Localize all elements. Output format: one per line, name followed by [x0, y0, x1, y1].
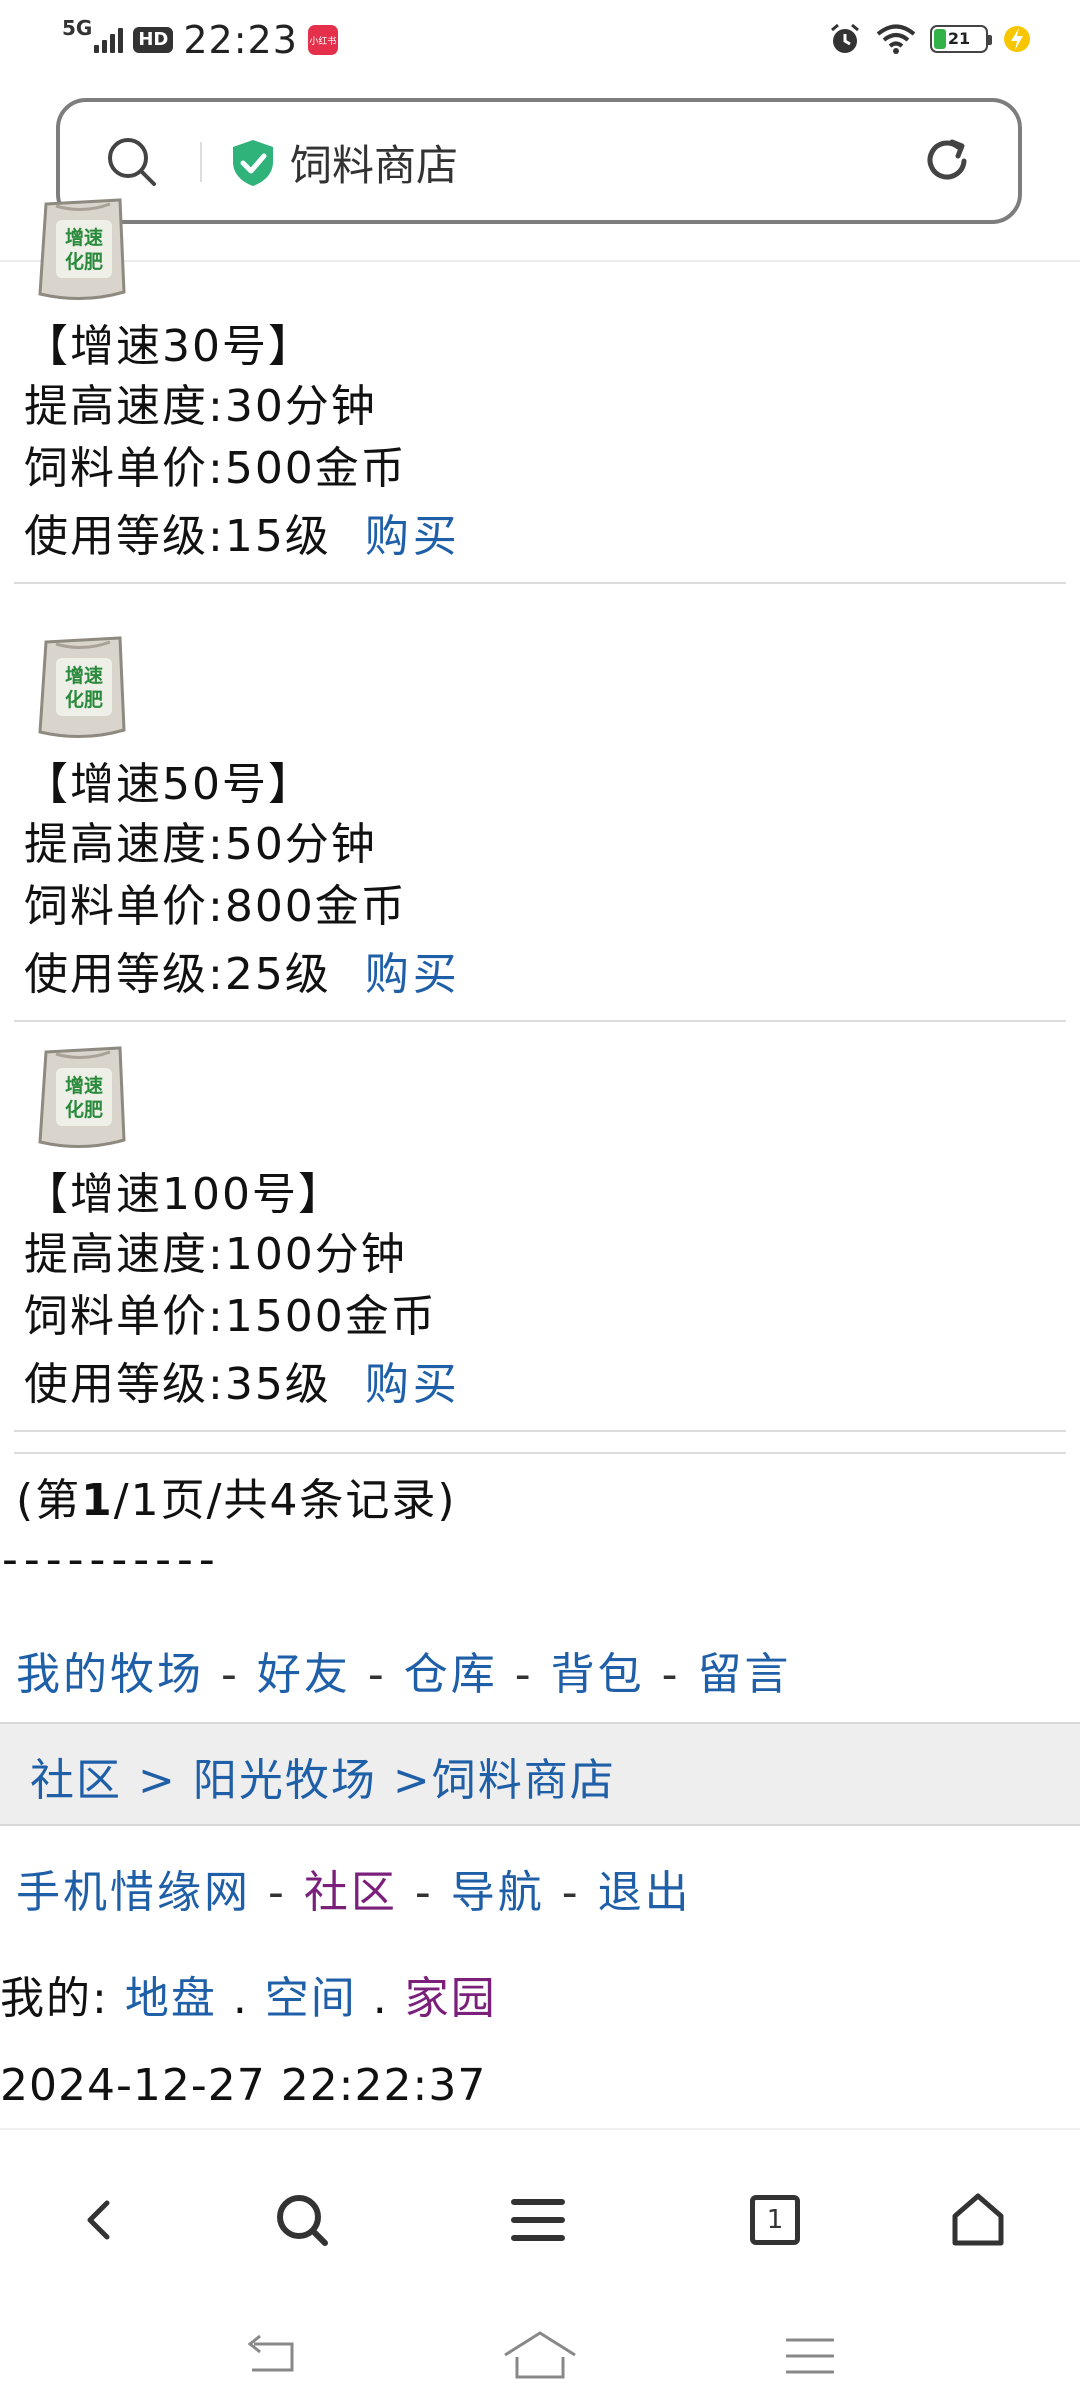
shield-check-icon [233, 140, 273, 186]
item-price: 饲料单价:800金币 [24, 881, 407, 932]
back-button[interactable] [60, 2180, 140, 2260]
item-level-row: 使用等级:25级 购买 [24, 938, 461, 1002]
breadcrumb: 社区 > 阳光牧场 >饲料商店 [0, 1722, 1080, 1826]
app-notification-icon: 小红书 [307, 25, 338, 55]
mine-home-link[interactable]: 家园 [405, 1973, 497, 2024]
battery-level: 21 [947, 29, 971, 48]
site-community-link[interactable]: 社区 [304, 1867, 398, 1918]
dashes-divider: ---------- [2, 1534, 221, 1585]
mine-territory-link[interactable]: 地盘 [125, 1973, 217, 2024]
breadcrumb-ranch[interactable]: 阳光牧场 [193, 1755, 377, 1806]
item-speed: 提高速度:100分钟 [24, 1229, 407, 1280]
item-divider [14, 1430, 1066, 1432]
search-icon [277, 2195, 328, 2246]
svg-text:增速: 增速 [65, 1074, 103, 1097]
mine-space-link[interactable]: 空间 [265, 1973, 357, 2024]
svg-text:增速: 增速 [65, 226, 103, 249]
buy-link[interactable]: 购买 [365, 949, 461, 1000]
network-type: 5G [62, 16, 93, 40]
nav-friends[interactable]: 好友 [257, 1649, 351, 1700]
home-button[interactable] [938, 2180, 1018, 2260]
home-outline-icon [504, 2331, 576, 2379]
status-bar: 5G HD 22:23 小红书 21 [0, 0, 1080, 84]
header-divider [0, 260, 1080, 262]
item-name: 【增速30号】 [24, 321, 314, 372]
item-speed: 提高速度:30分钟 [24, 381, 377, 432]
item-speed: 提高速度:50分钟 [24, 819, 377, 870]
signal-icon [94, 27, 124, 53]
system-back-button[interactable] [230, 2326, 310, 2386]
fertilizer-bag-icon: 增速 化肥 [38, 198, 126, 300]
address-separator [200, 142, 202, 182]
item-name: 【增速50号】 [24, 759, 314, 810]
system-recents-button[interactable] [770, 2326, 850, 2386]
home-icon [952, 2193, 1004, 2246]
wifi-icon [876, 24, 916, 54]
item-level-row: 使用等级:35级 购买 [24, 1348, 461, 1412]
menu-icon [511, 2199, 565, 2241]
system-nav-bar [0, 2298, 1080, 2408]
alarm-icon [831, 23, 859, 53]
breadcrumb-community[interactable]: 社区 [30, 1755, 122, 1806]
recents-icon [786, 2338, 834, 2374]
nav-backpack[interactable]: 背包 [551, 1649, 645, 1700]
current-page: 1 [81, 1475, 114, 1526]
item-level: 使用等级:35级 [24, 1359, 331, 1410]
clock: 22:23 [183, 18, 298, 62]
system-home-button[interactable] [500, 2326, 580, 2386]
pagination-info: (第1/1页/共4条记录) [16, 1475, 457, 1526]
item-name: 【增速100号】 [24, 1169, 344, 1220]
buy-link[interactable]: 购买 [365, 1359, 461, 1410]
item-level: 使用等级:25级 [24, 949, 331, 1000]
item-divider [14, 582, 1066, 584]
fertilizer-bag-icon: 增速 化肥 [38, 636, 126, 738]
item-price: 饲料单价:1500金币 [24, 1291, 437, 1342]
menu-button[interactable] [498, 2180, 578, 2260]
site-logout-link[interactable]: 退出 [598, 1867, 692, 1918]
site-home-link[interactable]: 手机惜缘网 [16, 1867, 251, 1918]
mine-label: 我的: [0, 1973, 109, 2024]
svg-text:化肥: 化肥 [65, 1098, 103, 1121]
back-icon [87, 2200, 110, 2240]
search-button[interactable] [262, 2180, 342, 2260]
tab-count: 1 [766, 2205, 784, 2235]
nav-warehouse[interactable]: 仓库 [404, 1649, 498, 1700]
svg-text:化肥: 化肥 [65, 250, 103, 273]
address-bar[interactable]: 饲料商店 [56, 98, 1022, 224]
tabs-icon: 1 [750, 2195, 800, 2245]
ranch-nav: 我的牧场 - 好友 - 仓库 - 背包 - 留言 [16, 1649, 792, 1700]
site-navigation-link[interactable]: 导航 [451, 1867, 545, 1918]
breadcrumb-shop[interactable]: 饲料商店 [432, 1755, 616, 1806]
timestamp: 2024-12-27 22:22:37 [0, 2060, 487, 2111]
mine-links: 我的: 地盘 . 空间 . 家园 [0, 1973, 497, 2024]
item-level: 使用等级:15级 [24, 511, 331, 562]
hd-badge: HD [133, 27, 174, 53]
svg-text:增速: 增速 [65, 664, 103, 687]
reload-icon[interactable] [918, 132, 976, 190]
site-nav: 手机惜缘网 - 社区 - 导航 - 退出 [16, 1867, 692, 1918]
item-divider [14, 1020, 1066, 1022]
svg-text:化肥: 化肥 [65, 688, 103, 711]
tabs-button[interactable]: 1 [735, 2180, 815, 2260]
battery-icon: 21 [930, 25, 992, 53]
return-icon [247, 2334, 294, 2372]
fertilizer-bag-icon: 增速 化肥 [38, 1046, 126, 1148]
page-title[interactable]: 饲料商店 [290, 132, 458, 193]
browser-toolbar: 1 [0, 2128, 1080, 2300]
list-end-divider [14, 1452, 1066, 1454]
buy-link[interactable]: 购买 [365, 511, 461, 562]
search-icon[interactable] [104, 134, 160, 190]
nav-my-ranch[interactable]: 我的牧场 [16, 1649, 204, 1700]
charging-icon [1004, 26, 1030, 52]
item-price: 饲料单价:500金币 [24, 443, 407, 494]
item-level-row: 使用等级:15级 购买 [24, 500, 461, 564]
nav-message[interactable]: 留言 [697, 1649, 791, 1700]
